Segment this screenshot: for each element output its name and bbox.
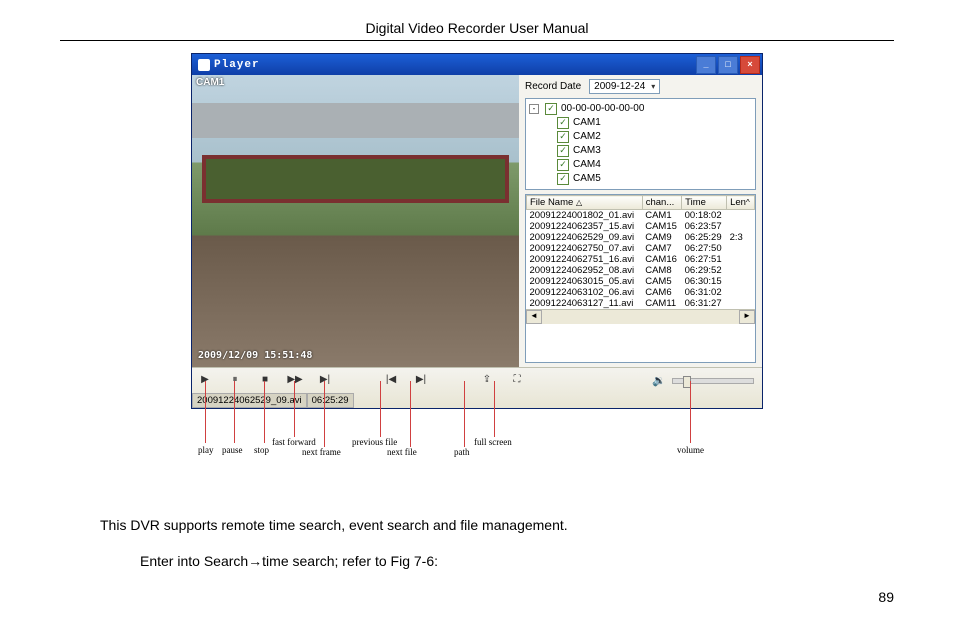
tree-item-label: CAM1 <box>573 116 601 130</box>
table-row[interactable]: 20091224062952_08.aviCAM806:29:52 <box>527 265 755 276</box>
stop-button[interactable]: ■ <box>258 372 272 386</box>
table-row[interactable]: 20091224063015_05.aviCAM506:30:15 <box>527 276 755 287</box>
volume-icon[interactable]: 🔉 <box>652 374 666 387</box>
minimize-button[interactable]: _ <box>696 56 716 74</box>
camera-label: CAM1 <box>196 77 224 88</box>
dropdown-icon: ▾ <box>651 82 655 91</box>
table-row[interactable]: 20091224062529_09.aviCAM906:25:292:3 <box>527 232 755 243</box>
video-pane: CAM1 2009/12/09 15:51:48 <box>192 75 519 367</box>
page-number: 89 <box>60 589 894 605</box>
status-filename: 20091224062529_09.avi <box>192 393 307 408</box>
app-icon <box>198 59 210 71</box>
table-row[interactable]: 20091224063127_11.aviCAM1106:31:27 <box>527 298 755 309</box>
body-paragraph-1: This DVR supports remote time search, ev… <box>100 517 894 533</box>
playback-controls: ▶ ⏸ ■ ▶▶ ▶| |◀ ▶| ⇪ ⛶ 🔉 20091224062529_0… <box>192 367 762 408</box>
status-time: 06:25:29 <box>307 393 354 408</box>
maximize-button[interactable]: □ <box>718 56 738 74</box>
scroll-left-icon[interactable]: ◄ <box>526 310 542 324</box>
checkbox-icon[interactable]: ✓ <box>557 159 569 171</box>
fast-forward-button[interactable]: ▶▶ <box>288 372 302 386</box>
tree-item-label: CAM4 <box>573 158 601 172</box>
tree-item-label: CAM2 <box>573 130 601 144</box>
col-length[interactable]: Len^ <box>727 196 755 210</box>
body-paragraph-2: Enter into Search→time search; refer to … <box>140 553 894 569</box>
fullscreen-button[interactable]: ⛶ <box>510 372 524 386</box>
volume-slider[interactable] <box>672 378 754 384</box>
table-row[interactable]: 20091224063102_06.aviCAM606:31:02 <box>527 287 755 298</box>
table-row[interactable]: 20091224062750_07.aviCAM706:27:50 <box>527 243 755 254</box>
next-file-button[interactable]: ▶| <box>414 372 428 386</box>
control-annotations: play pause stop fast forward next frame … <box>192 417 762 487</box>
path-button[interactable]: ⇪ <box>480 372 494 386</box>
player-window: Player _ □ × CAM1 2009/12/09 15:51:48 Re… <box>191 53 763 409</box>
col-time[interactable]: Time <box>682 196 727 210</box>
title-rule <box>60 40 894 41</box>
table-row[interactable]: 20091224062751_16.aviCAM1606:27:51 <box>527 254 755 265</box>
page-title: Digital Video Recorder User Manual <box>60 20 894 36</box>
col-channel[interactable]: chan... <box>642 196 681 210</box>
tree-item-label: CAM5 <box>573 172 601 186</box>
device-tree[interactable]: - ✓ 00-00-00-00-00-00 ✓ CAM1 ✓ CAM2 ✓ CAM3 ✓ CA… <box>525 98 756 190</box>
tree-collapse-icon[interactable]: - <box>529 104 539 114</box>
pause-button[interactable]: ⏸ <box>228 372 242 386</box>
tree-root-label: 00-00-00-00-00-00 <box>561 102 644 116</box>
checkbox-icon[interactable]: ✓ <box>557 117 569 129</box>
prev-file-button[interactable]: |◀ <box>384 372 398 386</box>
h-scrollbar[interactable]: ◄ ► <box>526 309 755 324</box>
tree-item[interactable]: ✓ CAM3 <box>529 144 752 158</box>
checkbox-icon[interactable]: ✓ <box>557 131 569 143</box>
video-timestamp: 2009/12/09 15:51:48 <box>198 350 312 361</box>
record-date-value: 2009-12-24 <box>594 81 645 92</box>
window-title: Player <box>214 59 260 71</box>
next-frame-button[interactable]: ▶| <box>318 372 332 386</box>
file-list[interactable]: File Name △ chan... Time Len^ 2009122400… <box>525 194 756 363</box>
record-date-picker[interactable]: 2009-12-24 ▾ <box>589 79 660 94</box>
tree-item[interactable]: ✓ CAM2 <box>529 130 752 144</box>
tree-item-label: CAM3 <box>573 144 601 158</box>
record-date-label: Record Date <box>525 81 581 92</box>
checkbox-icon[interactable]: ✓ <box>557 173 569 185</box>
tree-item[interactable]: ✓ CAM1 <box>529 116 752 130</box>
scroll-right-icon[interactable]: ► <box>739 310 755 324</box>
titlebar[interactable]: Player _ □ × <box>192 54 762 75</box>
col-filename[interactable]: File Name △ <box>527 196 643 210</box>
tree-item[interactable]: ✓ CAM5 <box>529 172 752 186</box>
close-button[interactable]: × <box>740 56 760 74</box>
checkbox-icon[interactable]: ✓ <box>557 145 569 157</box>
table-row[interactable]: 20091224062357_15.aviCAM1506:23:57 <box>527 221 755 232</box>
checkbox-icon[interactable]: ✓ <box>545 103 557 115</box>
tree-item[interactable]: ✓ CAM4 <box>529 158 752 172</box>
table-row[interactable]: 20091224001802_01.aviCAM100:18:02 <box>527 210 755 222</box>
